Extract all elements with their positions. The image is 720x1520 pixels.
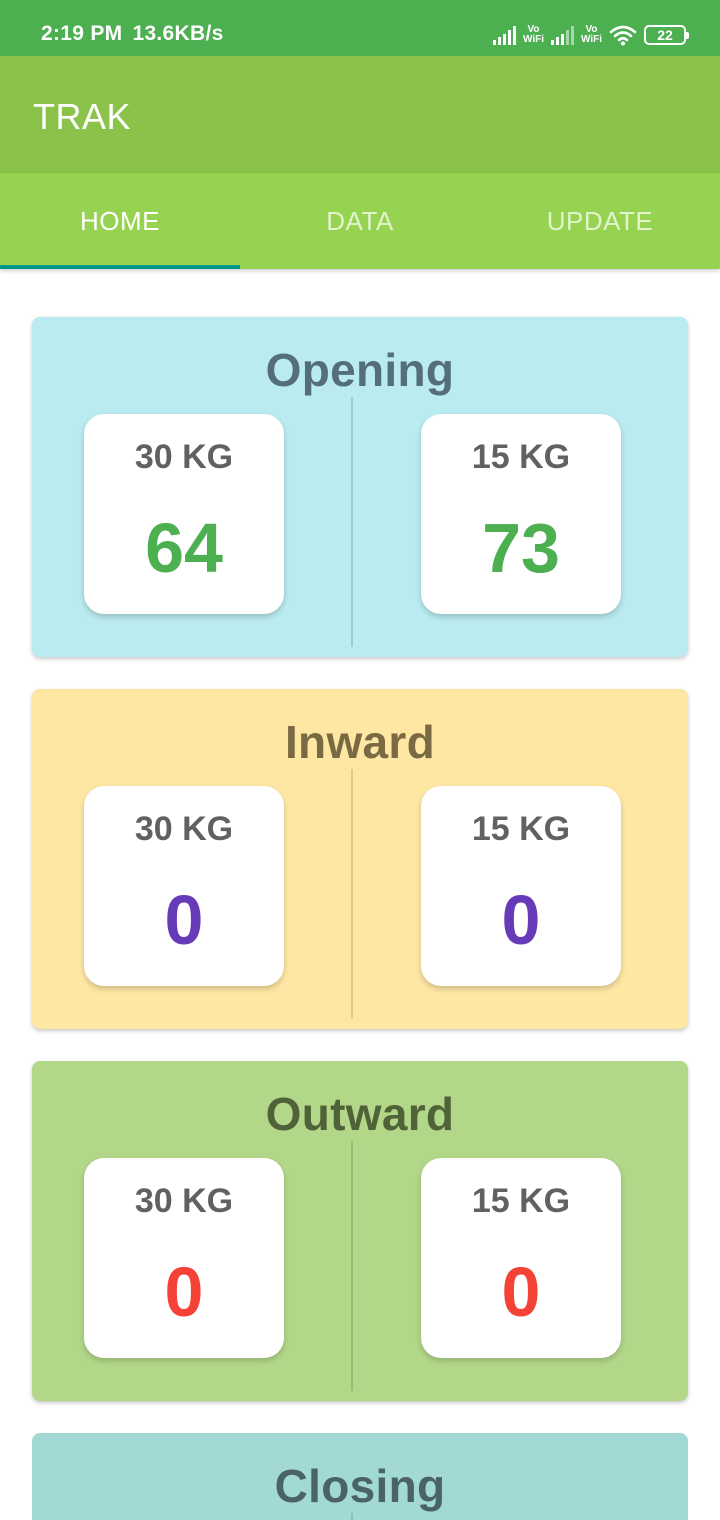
- opening-card: Opening 30 KG 64 15 KG 73: [32, 317, 688, 657]
- count-value: 0: [164, 881, 204, 959]
- tab-update[interactable]: UPDATE: [480, 173, 720, 269]
- weight-label: 30 KG: [134, 438, 234, 476]
- status-icons: Vo WiFi Vo WiFi 22: [492, 20, 689, 50]
- inward-card: Inward 30 KG 0 15 KG 0: [32, 689, 688, 1029]
- weight-label: 30 KG: [134, 1182, 234, 1220]
- app-bar: TRAK: [0, 56, 720, 173]
- signal-icon: [492, 25, 516, 45]
- status-left: 2:19 PM 13.6KB/s: [41, 22, 234, 46]
- divider: [351, 769, 353, 1019]
- outward-30kg-box: 30 KG 0: [84, 1158, 284, 1358]
- closing-card: Closing: [32, 1433, 688, 1520]
- card-title: Outward: [265, 1088, 455, 1140]
- opening-30kg-box: 30 KG 64: [84, 414, 284, 614]
- app-title: TRAK: [33, 96, 132, 137]
- count-value: 73: [482, 509, 560, 587]
- weight-label: 15 KG: [471, 1182, 571, 1220]
- status-time: 2:19 PM: [41, 22, 123, 45]
- weight-label: 15 KG: [471, 438, 571, 476]
- vowifi-icon: Vo WiFi: [522, 24, 544, 45]
- count-value: 0: [164, 1253, 204, 1331]
- tab-home[interactable]: HOME: [0, 173, 240, 269]
- count-value: 0: [501, 1253, 541, 1331]
- weight-label: 15 KG: [471, 810, 571, 848]
- opening-15kg-box: 15 KG 73: [421, 414, 621, 614]
- network-speed: 13.6KB/s: [132, 22, 224, 45]
- outward-15kg-box: 15 KG 0: [421, 1158, 621, 1358]
- weight-label: 30 KG: [134, 810, 234, 848]
- count-value: 64: [145, 509, 223, 587]
- vowifi-icon: Vo WiFi: [580, 24, 602, 45]
- divider: [351, 397, 353, 647]
- card-title: Inward: [284, 716, 436, 768]
- battery-icon: 22: [644, 25, 689, 45]
- divider: [351, 1513, 353, 1520]
- battery-level: 22: [657, 27, 673, 43]
- card-title: Closing: [274, 1460, 446, 1512]
- inward-15kg-box: 15 KG 0: [421, 786, 621, 986]
- card-title: Opening: [265, 344, 455, 396]
- signal-icon: [550, 25, 574, 45]
- outward-card: Outward 30 KG 0 15 KG 0: [32, 1061, 688, 1401]
- count-value: 0: [501, 881, 541, 959]
- tab-data[interactable]: DATA: [240, 173, 480, 269]
- tab-bar: HOME DATA UPDATE: [0, 173, 720, 269]
- wifi-icon: [609, 25, 637, 46]
- status-bar: 2:19 PM 13.6KB/s Vo WiFi Vo WiFi 22: [0, 0, 720, 56]
- inward-30kg-box: 30 KG 0: [84, 786, 284, 986]
- divider: [351, 1141, 353, 1391]
